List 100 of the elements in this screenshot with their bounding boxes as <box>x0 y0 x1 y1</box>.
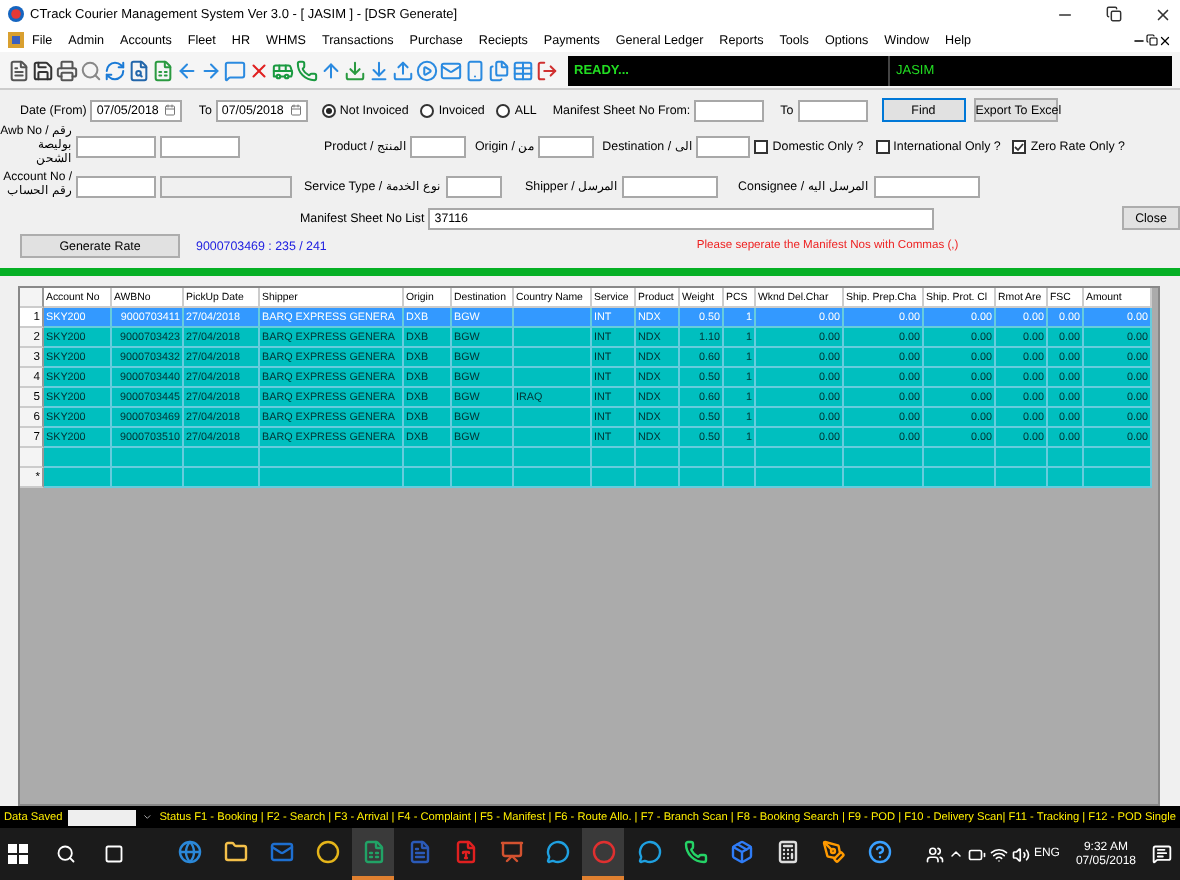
table-cell <box>996 448 1048 468</box>
input-field[interactable] <box>445 175 502 197</box>
play-icon[interactable] <box>416 59 438 81</box>
bus-icon[interactable] <box>272 59 294 81</box>
phone-icon[interactable] <box>296 59 318 81</box>
battery-icon[interactable] <box>967 845 986 863</box>
spreadsheet-icon[interactable] <box>152 59 174 81</box>
download-line-icon[interactable] <box>368 59 390 81</box>
table-cell <box>514 428 592 448</box>
table-cell <box>514 468 592 488</box>
files-icon[interactable] <box>488 59 510 81</box>
corner-cell <box>20 288 44 308</box>
table-cell <box>1048 468 1084 488</box>
input-field[interactable] <box>538 135 595 157</box>
restore-icon[interactable] <box>1106 6 1122 22</box>
table-cell <box>112 448 184 468</box>
exit-icon[interactable] <box>536 59 558 81</box>
table-cell <box>112 468 184 488</box>
input-field[interactable] <box>696 135 751 157</box>
arrow-up-icon[interactable] <box>320 59 342 81</box>
chat-icon <box>545 840 569 864</box>
table-cell <box>404 448 452 468</box>
input-field[interactable] <box>160 135 240 157</box>
folder-icon <box>223 840 247 864</box>
print-icon[interactable] <box>56 59 78 81</box>
table-cell <box>514 448 592 468</box>
wifi-icon[interactable] <box>989 845 1008 863</box>
table-cell <box>260 468 404 488</box>
message-icon[interactable] <box>224 59 246 81</box>
notification-icon[interactable] <box>1152 844 1172 864</box>
upload-icon[interactable] <box>392 59 414 81</box>
table-cell <box>514 368 592 388</box>
table-cell <box>184 468 260 488</box>
input-field[interactable] <box>410 135 467 157</box>
refresh-icon[interactable] <box>104 59 126 81</box>
status-field <box>68 809 137 825</box>
table-cell <box>924 468 996 488</box>
phone-icon <box>683 840 707 864</box>
table-cell <box>592 468 636 488</box>
table-cell <box>680 468 724 488</box>
table-cell <box>844 448 924 468</box>
table-cell <box>260 448 404 468</box>
mail-icon <box>269 840 293 864</box>
dropdown-icon[interactable] <box>142 810 154 824</box>
browser-icon <box>177 840 201 864</box>
input-field[interactable] <box>76 135 156 157</box>
table-cell <box>514 308 592 328</box>
input-field[interactable] <box>622 175 719 197</box>
table-cell <box>184 448 260 468</box>
table-cell <box>44 448 112 468</box>
record-icon <box>591 840 615 864</box>
checkbox[interactable] <box>875 139 890 153</box>
input-field[interactable] <box>873 175 980 197</box>
table-cell <box>756 448 844 468</box>
table-cell <box>44 468 112 488</box>
radio-button[interactable] <box>420 103 435 117</box>
checkbox[interactable] <box>1012 139 1027 153</box>
table-cell <box>636 468 680 488</box>
row-header <box>20 448 44 468</box>
table-cell <box>724 448 756 468</box>
table-cell <box>452 448 514 468</box>
radio-button[interactable] <box>496 103 511 117</box>
table-cell <box>844 468 924 488</box>
vector-icon <box>821 840 845 864</box>
pdf-icon <box>453 840 477 864</box>
restore-icon[interactable] <box>1146 34 1158 46</box>
arrow-left-icon[interactable] <box>176 59 198 81</box>
chevron-up-icon[interactable] <box>947 846 964 862</box>
calendar-icon[interactable] <box>289 104 302 116</box>
table-icon[interactable] <box>512 59 534 81</box>
input-field[interactable] <box>797 99 868 121</box>
table-cell <box>756 468 844 488</box>
form-icon <box>8 32 24 48</box>
table-cell <box>452 468 514 488</box>
table-cell <box>514 348 592 368</box>
task-view-icon[interactable] <box>104 844 124 864</box>
download-icon[interactable] <box>344 59 366 81</box>
table-cell <box>592 448 636 468</box>
start-icon[interactable] <box>8 844 28 864</box>
new-file-icon[interactable] <box>8 59 30 81</box>
checkbox[interactable] <box>754 139 769 153</box>
box-icon <box>729 840 753 864</box>
radio-button[interactable] <box>321 103 336 117</box>
checkmark-icon <box>1014 141 1025 151</box>
input-field[interactable] <box>76 175 156 197</box>
arrow-right-icon[interactable] <box>200 59 222 81</box>
calculator-icon <box>775 840 799 864</box>
input-field[interactable] <box>694 99 765 121</box>
table-cell <box>404 468 452 488</box>
volume-icon[interactable] <box>1011 845 1030 863</box>
mail-icon[interactable] <box>440 59 462 81</box>
smartphone-icon[interactable] <box>464 59 486 81</box>
chat-icon <box>637 840 661 864</box>
calendar-icon[interactable] <box>164 104 177 116</box>
close-icon[interactable] <box>1154 5 1172 23</box>
save-icon[interactable] <box>32 59 54 81</box>
document-search-icon[interactable] <box>128 59 150 81</box>
people-icon[interactable] <box>925 845 944 863</box>
close-icon[interactable] <box>1158 33 1172 47</box>
table-cell <box>636 448 680 468</box>
